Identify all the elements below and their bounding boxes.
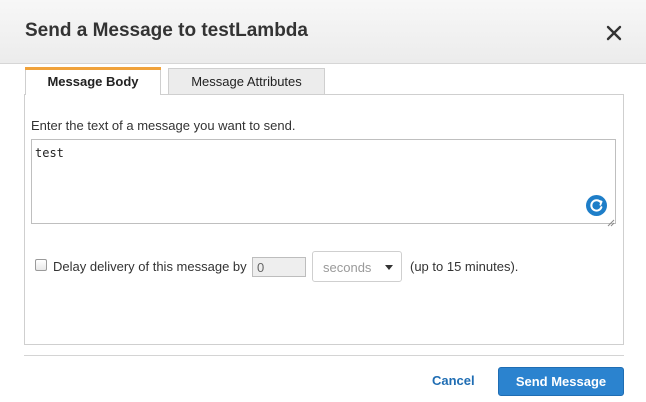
delay-limit-note: (up to 15 minutes).: [410, 259, 519, 274]
tab-message-attributes[interactable]: Message Attributes: [168, 68, 325, 94]
message-body-textarea[interactable]: test: [31, 139, 616, 224]
dialog-header: Send a Message to testLambda: [0, 0, 646, 64]
resize-handle-icon[interactable]: [606, 214, 615, 227]
delay-label: Delay delivery of this message by: [53, 259, 247, 274]
active-tab-accent: [25, 67, 161, 70]
tab-message-body[interactable]: Message Body: [25, 67, 161, 95]
delay-unit-select[interactable]: seconds: [312, 251, 402, 282]
delay-checkbox[interactable]: [35, 259, 47, 271]
footer-divider: [24, 355, 624, 356]
message-body-value: test: [35, 146, 64, 160]
send-message-dialog: Send a Message to testLambda Message Bod…: [0, 0, 646, 402]
message-prompt: Enter the text of a message you want to …: [31, 118, 296, 133]
caret-down-icon: [385, 265, 393, 270]
tab-message-body-label: Message Body: [47, 74, 139, 89]
close-icon[interactable]: [602, 21, 626, 45]
send-message-button[interactable]: Send Message: [498, 367, 624, 396]
delay-value: 0: [257, 260, 265, 275]
cancel-button[interactable]: Cancel: [432, 373, 475, 388]
delay-unit-value: seconds: [323, 260, 372, 275]
refresh-icon[interactable]: [586, 195, 607, 216]
delay-value-input[interactable]: 0: [252, 257, 306, 277]
dialog-title: Send a Message to testLambda: [25, 20, 308, 41]
tab-message-attributes-label: Message Attributes: [191, 74, 302, 89]
